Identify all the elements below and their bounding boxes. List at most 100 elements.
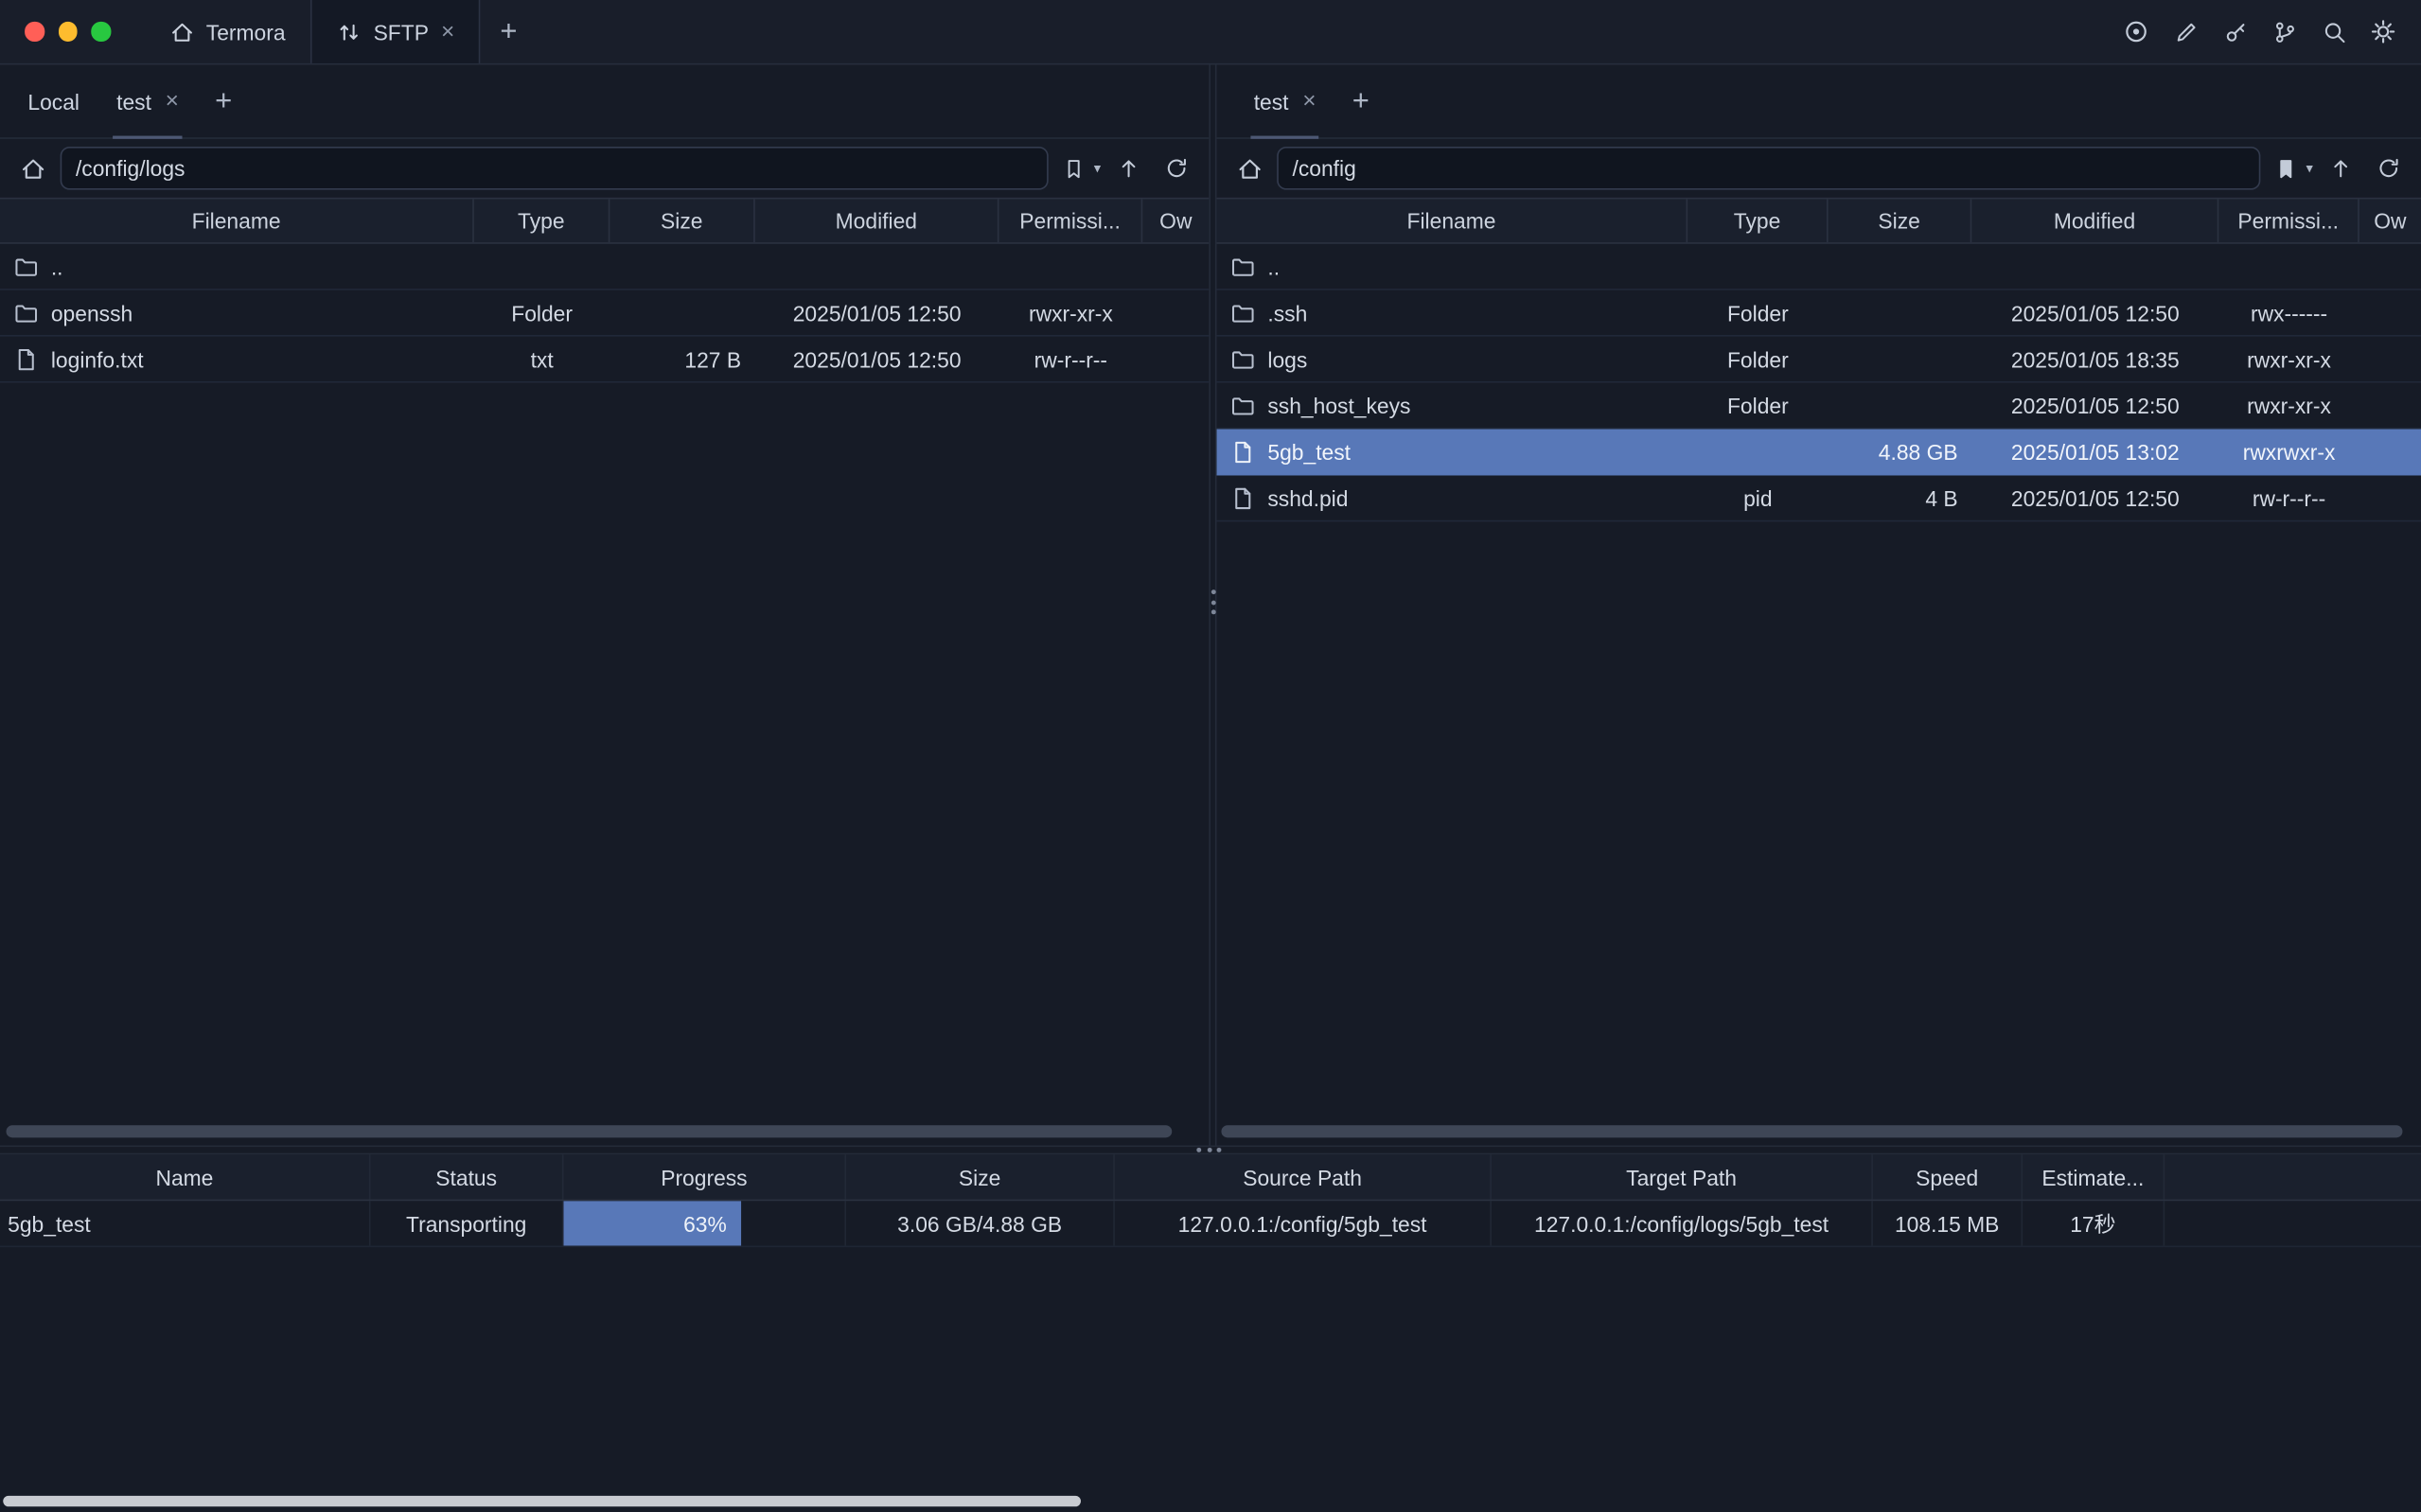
column-header-name[interactable]: Name <box>0 1154 371 1199</box>
file-permissions: rw-r--r-- <box>999 337 1143 381</box>
tab-local[interactable]: Local <box>9 65 98 138</box>
table-row-selected[interactable]: 5gb_test 4.88 GB 2025/01/05 13:02 rwxrwx… <box>1217 430 2421 476</box>
tab-test-left[interactable]: test × <box>98 65 198 138</box>
edit-button[interactable] <box>2166 12 2205 51</box>
close-window-button[interactable] <box>25 22 44 41</box>
column-header-type[interactable]: Type <box>474 199 610 242</box>
column-header-modified[interactable]: Modified <box>1971 199 2218 242</box>
record-button[interactable] <box>2117 12 2156 51</box>
chevron-down-icon[interactable]: ▾ <box>2306 161 2312 175</box>
progress-label: 63% <box>683 1211 727 1236</box>
file-size <box>1829 383 1972 428</box>
column-header-owner[interactable]: Ow <box>2359 199 2421 242</box>
table-row[interactable]: sshd.pid pid 4 B 2025/01/05 12:50 rw-r--… <box>1217 475 2421 521</box>
file-size <box>610 290 754 335</box>
refresh-button[interactable] <box>1157 149 1196 188</box>
bookmark-button[interactable] <box>1057 149 1091 188</box>
transfer-row[interactable]: 5gb_test Transporting 63% 3.06 GB/4.88 G… <box>0 1201 2421 1247</box>
file-type <box>1688 244 1828 289</box>
search-button[interactable] <box>2314 12 2353 51</box>
parent-directory-button[interactable] <box>2321 149 2360 188</box>
horizontal-scrollbar-thumb[interactable] <box>7 1125 1173 1137</box>
close-icon[interactable]: × <box>1302 90 1316 113</box>
tab-test-label: test <box>116 89 151 114</box>
tab-test-right[interactable]: test × <box>1235 65 1334 138</box>
column-header-filename[interactable]: Filename <box>0 199 474 242</box>
file-modified: 2025/01/05 12:50 <box>1971 290 2218 335</box>
chevron-down-icon[interactable]: ▾ <box>1094 161 1101 175</box>
tab-sftp[interactable]: SFTP × <box>310 0 481 63</box>
new-session-tab-button[interactable]: + <box>1334 65 1387 138</box>
transfers-splitter[interactable] <box>0 1145 2421 1154</box>
table-row[interactable]: openssh Folder 2025/01/05 12:50 rwxr-xr-… <box>0 290 1209 337</box>
new-tab-button[interactable]: + <box>481 0 537 63</box>
file-permissions: rwx------ <box>2218 290 2359 335</box>
left-path-bar: ▾ <box>0 139 1209 198</box>
horizontal-scrollbar-thumb[interactable] <box>1221 1125 2402 1137</box>
file-icon <box>1230 485 1255 510</box>
column-header-owner[interactable]: Ow <box>1142 199 1209 242</box>
file-size <box>610 244 754 289</box>
table-row[interactable]: .ssh Folder 2025/01/05 12:50 rwx------ <box>1217 290 2421 337</box>
file-name: sshd.pid <box>1267 485 1348 510</box>
column-header-filename[interactable]: Filename <box>1217 199 1688 242</box>
file-type: Folder <box>1688 383 1828 428</box>
zoom-window-button[interactable] <box>91 22 110 41</box>
file-permissions <box>2218 244 2359 289</box>
right-file-pane: test × + ▾ <box>1217 65 2421 1146</box>
home-button[interactable] <box>12 149 52 188</box>
file-owner <box>2359 475 2421 519</box>
parent-directory-button[interactable] <box>1108 149 1148 188</box>
file-name: .. <box>1267 254 1280 278</box>
column-header-estimate[interactable]: Estimate... <box>2023 1154 2165 1199</box>
column-header-type[interactable]: Type <box>1688 199 1828 242</box>
file-owner <box>1142 290 1209 335</box>
file-size <box>1829 337 1972 381</box>
refresh-icon <box>1164 156 1189 181</box>
bottom-horizontal-scrollbar-thumb[interactable] <box>3 1496 1081 1506</box>
table-row[interactable]: ssh_host_keys Folder 2025/01/05 12:50 rw… <box>1217 383 2421 430</box>
column-header-speed[interactable]: Speed <box>1873 1154 2023 1199</box>
pencil-icon <box>2173 19 2198 44</box>
pane-splitter[interactable] <box>1209 65 1216 1146</box>
path-input[interactable] <box>1277 147 2261 190</box>
file-owner <box>2359 430 2421 474</box>
keys-button[interactable] <box>2216 12 2254 51</box>
column-header-size[interactable]: Size <box>610 199 754 242</box>
close-icon[interactable]: × <box>166 90 179 113</box>
column-header-source-path[interactable]: Source Path <box>1115 1154 1492 1199</box>
column-header-status[interactable]: Status <box>371 1154 564 1199</box>
table-row[interactable]: .. <box>0 244 1209 290</box>
title-bar: Termora SFTP × + <box>0 0 2421 65</box>
table-row[interactable]: loginfo.txt txt 127 B 2025/01/05 12:50 r… <box>0 337 1209 383</box>
file-permissions: rwxr-xr-x <box>2218 383 2359 428</box>
settings-button[interactable] <box>2364 12 2403 51</box>
new-session-tab-button[interactable]: + <box>198 65 250 138</box>
table-row[interactable]: logs Folder 2025/01/05 18:35 rwxr-xr-x <box>1217 337 2421 383</box>
bookmark-button[interactable] <box>2269 149 2303 188</box>
column-header-modified[interactable]: Modified <box>755 199 999 242</box>
home-button[interactable] <box>1229 149 1269 188</box>
table-row[interactable]: .. <box>1217 244 2421 290</box>
refresh-button[interactable] <box>2369 149 2409 188</box>
tab-termora[interactable]: Termora <box>145 0 310 63</box>
column-header-size[interactable]: Size <box>1829 199 1972 242</box>
column-header-permissions[interactable]: Permissi... <box>2218 199 2359 242</box>
column-header-progress[interactable]: Progress <box>563 1154 846 1199</box>
close-icon[interactable]: × <box>441 20 454 43</box>
column-header-size[interactable]: Size <box>846 1154 1115 1199</box>
file-modified: 2025/01/05 12:50 <box>755 290 999 335</box>
tab-termora-label: Termora <box>206 19 286 44</box>
transfer-arrows-icon <box>336 19 361 44</box>
snippets-button[interactable] <box>2265 12 2304 51</box>
transfer-speed: 108.15 MB <box>1873 1201 2023 1245</box>
transfer-size: 3.06 GB/4.88 GB <box>846 1201 1115 1245</box>
column-header-permissions[interactable]: Permissi... <box>999 199 1143 242</box>
file-owner <box>2359 244 2421 289</box>
titlebar-actions <box>2117 0 2421 63</box>
folder-icon <box>1230 254 1255 278</box>
minimize-window-button[interactable] <box>58 22 77 41</box>
splitter-grip-icon <box>1196 1148 1221 1152</box>
path-input[interactable] <box>61 147 1050 190</box>
column-header-target-path[interactable]: Target Path <box>1492 1154 1873 1199</box>
